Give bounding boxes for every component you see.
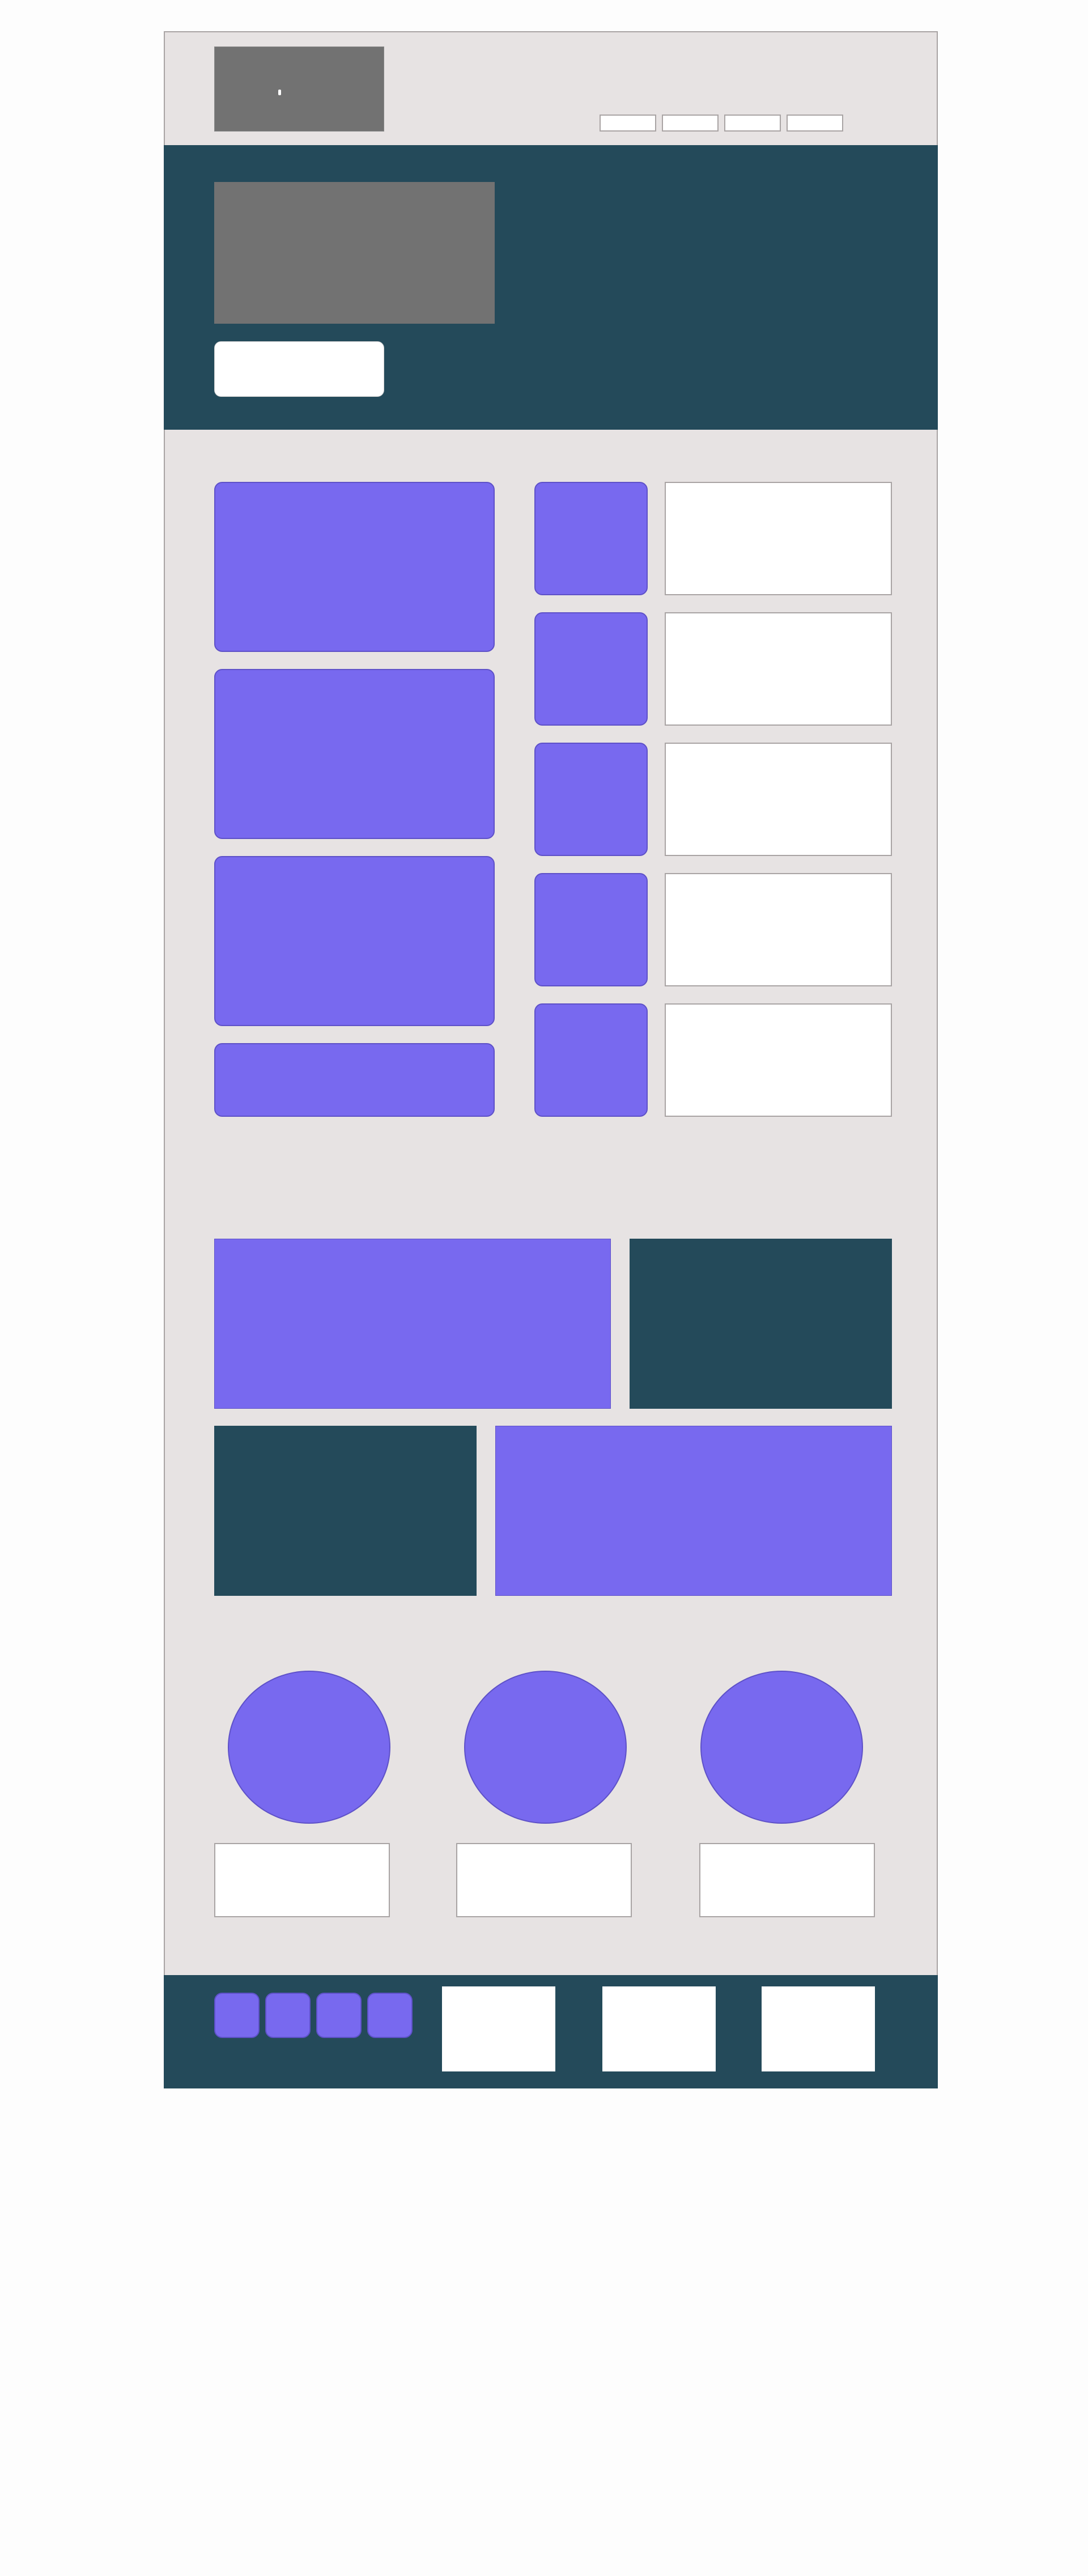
avatar-caption <box>214 1843 390 1917</box>
page <box>0 0 1088 2576</box>
nav-item-3[interactable] <box>724 115 781 132</box>
footer-column-2 <box>602 1986 716 2071</box>
hero-cta-button[interactable] <box>214 341 384 397</box>
list-thumbnail[interactable] <box>534 743 648 856</box>
main-nav <box>600 115 843 132</box>
nav-item-2[interactable] <box>662 115 719 132</box>
hero-section <box>164 145 938 430</box>
feature-card-2[interactable] <box>214 669 495 839</box>
site-footer <box>164 1975 938 2088</box>
nav-item-4[interactable] <box>787 115 843 132</box>
feature-card-3[interactable] <box>214 856 495 1026</box>
hero-image <box>214 182 495 324</box>
nav-item-1[interactable] <box>600 115 656 132</box>
logo[interactable] <box>214 46 384 132</box>
list-item <box>665 482 892 595</box>
feature-card-4[interactable] <box>214 1043 495 1117</box>
promo-block-2[interactable] <box>630 1239 892 1409</box>
avatar-caption <box>699 1843 875 1917</box>
social-icon-1[interactable] <box>214 1993 260 2038</box>
list-item <box>665 1003 892 1117</box>
feature-card-1[interactable] <box>214 482 495 652</box>
list-thumbnail[interactable] <box>534 873 648 986</box>
image-placeholder-icon <box>278 90 281 95</box>
footer-column-1 <box>442 1986 555 2071</box>
social-icon-4[interactable] <box>367 1993 413 2038</box>
social-icon-3[interactable] <box>316 1993 362 2038</box>
avatar-caption <box>456 1843 632 1917</box>
avatar[interactable] <box>700 1671 863 1824</box>
avatar[interactable] <box>228 1671 390 1824</box>
page-frame <box>164 31 938 2088</box>
promo-block-3[interactable] <box>214 1426 477 1596</box>
list-item <box>665 743 892 856</box>
list-thumbnail[interactable] <box>534 1003 648 1117</box>
site-header <box>165 32 937 145</box>
social-icon-2[interactable] <box>265 1993 311 2038</box>
list-item <box>665 612 892 726</box>
list-thumbnail[interactable] <box>534 482 648 595</box>
avatar[interactable] <box>464 1671 627 1824</box>
promo-block-4[interactable] <box>495 1426 892 1596</box>
promo-block-1[interactable] <box>214 1239 611 1409</box>
list-thumbnail[interactable] <box>534 612 648 726</box>
list-item <box>665 873 892 986</box>
footer-column-3 <box>762 1986 875 2071</box>
